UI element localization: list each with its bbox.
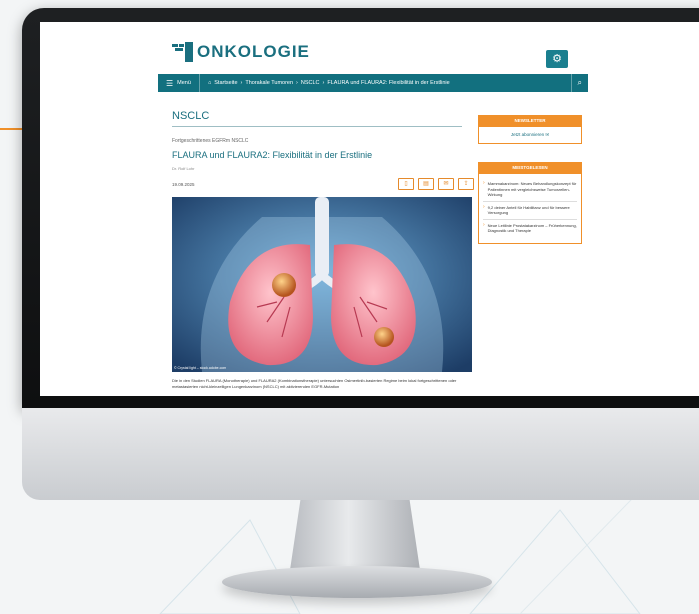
site-logo[interactable]: ONKOLOGIE (172, 40, 310, 64)
search-icon: ⌕ (577, 78, 582, 87)
article-headline: FLAURA und FLAURA2: Flexibilität in der … (172, 150, 373, 160)
lung-illustration (172, 197, 472, 372)
article-kicker: Fortgeschrittenes EGFRm NSCLC (172, 138, 249, 144)
monitor-screen: ONKOLOGIE ⚙ ☰ Menü ⌂ Startseite › Thoraka… (40, 22, 699, 396)
section-divider (172, 126, 462, 127)
article-author: Dr. Rolf Lohr (172, 166, 195, 171)
image-caption: © Crystal light – stock.adobe.com (174, 366, 227, 370)
article-image: © Crystal light – stock.adobe.com (172, 197, 472, 372)
bookmark-icon[interactable]: ▯ (398, 178, 414, 190)
breadcrumb-item[interactable]: NSCLC (301, 80, 320, 86)
list-item[interactable]: › Neue Leitlinie Prostatakarzinom – Früh… (483, 220, 577, 237)
chevron-right-icon: › (483, 221, 485, 228)
newsletter-title: NEWSLETTER (478, 115, 582, 127)
section-title: NSCLC (172, 110, 210, 122)
most-read-list: › Mammakarzinom: Neues Behandlungskonzep… (478, 174, 582, 244)
article-date: 19.09.2025 (172, 182, 195, 187)
menu-label: Menü (177, 80, 191, 86)
monitor-stand (290, 500, 420, 570)
list-item[interactable]: › 9,2 deiner Anteil für Habilitanz und f… (483, 202, 577, 220)
print-icon[interactable]: ▤ (418, 178, 434, 190)
list-item[interactable]: › Mammakarzinom: Neues Behandlungskonzep… (483, 178, 577, 202)
menu-button[interactable]: ☰ Menü (158, 74, 200, 92)
logo-mark-icon (172, 42, 194, 62)
most-read-title: MEISTGELESEN (478, 162, 582, 174)
article-tools: ▯ ▤ ✉ ⇪ (398, 178, 474, 190)
chevron-right-icon: › (483, 180, 485, 186)
logo-text: ONKOLOGIE (197, 42, 310, 61)
most-read-box: MEISTGELESEN › Mammakarzinom: Neues Beha… (478, 162, 582, 244)
search-button[interactable]: ⌕ (570, 74, 582, 92)
breadcrumb-item[interactable]: Startseite (214, 80, 237, 86)
breadcrumb-item[interactable]: FLAURA und FLAURA2: Flexibilität in der … (327, 80, 449, 86)
settings-button[interactable]: ⚙ (546, 50, 568, 68)
monitor-chin (22, 408, 699, 500)
home-icon[interactable]: ⌂ (208, 80, 211, 86)
newsletter-box: NEWSLETTER Jetzt abonnieren ✉ (478, 115, 582, 144)
newsletter-subscribe-link[interactable]: Jetzt abonnieren ✉ (478, 127, 582, 144)
gear-icon: ⚙ (552, 53, 562, 65)
chevron-right-icon: › (483, 203, 485, 210)
website: ONKOLOGIE ⚙ ☰ Menü ⌂ Startseite › Thoraka… (158, 22, 588, 396)
hamburger-icon: ☰ (166, 78, 174, 88)
article-body: Die in den Studien FLAURA (Monotherapie)… (172, 378, 457, 389)
breadcrumb-item[interactable]: Thorakale Tumoren (245, 80, 293, 86)
mail-icon[interactable]: ✉ (438, 178, 454, 190)
breadcrumb: ⌂ Startseite › Thorakale Tumoren › NSCLC › … (207, 80, 450, 86)
navigation-bar: ☰ Menü ⌂ Startseite › Thorakale Tumoren › … (158, 74, 588, 92)
monitor-base (222, 566, 492, 598)
share-icon[interactable]: ⇪ (458, 178, 474, 190)
